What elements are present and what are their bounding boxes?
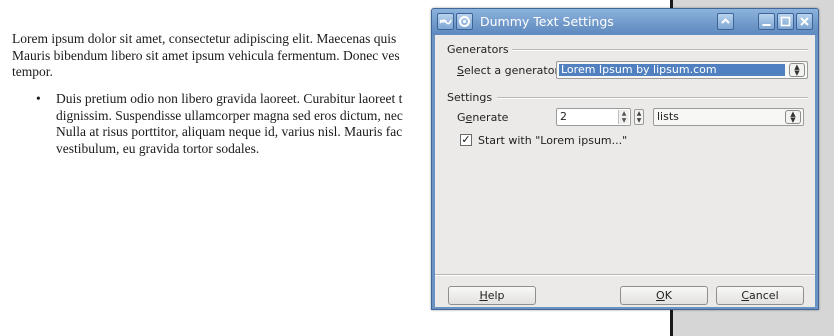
generator-selected-value: Lorem Ipsum by lipsum.com [559, 64, 785, 76]
minimize-icon[interactable] [758, 13, 775, 30]
bullet-icon: • [36, 91, 41, 106]
start-with-label[interactable]: Start with "Lorem ipsum..." [478, 134, 627, 147]
section-divider [512, 49, 808, 51]
dialog-body: Generators Select a generator Lorem Ipsu… [435, 35, 815, 307]
start-with-checkbox[interactable]: ✓ [460, 134, 472, 146]
generate-count-value: 2 [560, 110, 567, 123]
spin-arrows-icon[interactable]: ▲ ▼ [618, 110, 629, 124]
button-label-rest: K [664, 289, 672, 302]
accel-key: O [656, 289, 665, 302]
spin-arrows-icon[interactable]: ▲ ▼ [634, 109, 644, 125]
buttons-divider [435, 274, 815, 276]
label-rest: nerate [472, 111, 509, 124]
maximize-icon[interactable] [777, 13, 794, 30]
section-divider [497, 97, 808, 99]
generate-unit-select[interactable]: lists ▲ ▼ [653, 108, 804, 126]
updown-arrows-icon[interactable]: ▲ ▼ [789, 63, 805, 77]
accel-key: C [741, 289, 750, 302]
accel-key: H [479, 289, 488, 302]
settings-icon[interactable] [456, 13, 473, 30]
dialog-titlebar[interactable]: Dummy Text Settings [432, 9, 818, 35]
label-prefix: G [457, 111, 466, 124]
generators-section-label: Generators [447, 43, 509, 56]
ok-button[interactable]: OK [620, 286, 708, 305]
generate-count-spinbox[interactable]: 2 ▲ ▼ [556, 108, 631, 126]
button-label-rest: elp [487, 289, 505, 302]
settings-section-label: Settings [447, 91, 493, 104]
dummy-text-settings-dialog: Dummy Text Settings Generators Select a … [431, 8, 819, 310]
app-menu-icon[interactable] [437, 13, 454, 30]
generate-label: Generate [457, 111, 508, 124]
close-icon[interactable] [796, 13, 813, 30]
button-label-rest: ancel [749, 289, 779, 302]
generator-select[interactable]: Lorem Ipsum by lipsum.com ▲ ▼ [556, 61, 808, 79]
accel-key: S [457, 64, 464, 77]
generate-unit-value: lists [657, 110, 679, 123]
chevron-up-icon[interactable] [717, 13, 734, 30]
select-generator-label: Select a generator [457, 64, 559, 77]
dialog-title: Dummy Text Settings [480, 14, 614, 29]
updown-arrows-icon[interactable]: ▲ ▼ [785, 110, 801, 124]
label-rest: elect a generator [463, 64, 559, 77]
cancel-button[interactable]: Cancel [716, 286, 804, 305]
help-button[interactable]: Help [448, 286, 536, 305]
